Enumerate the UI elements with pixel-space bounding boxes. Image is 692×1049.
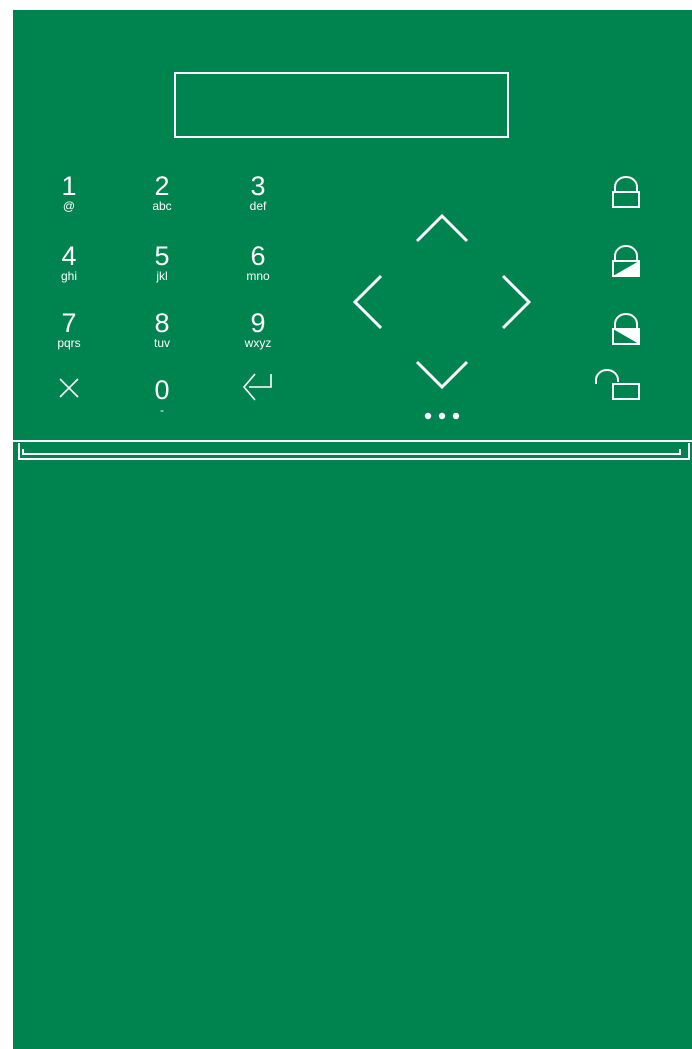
arm-night-button[interactable] (606, 312, 646, 348)
key-letters: def (249, 199, 267, 213)
key-3[interactable]: 3 def (223, 173, 293, 231)
lock-closed-icon (612, 176, 640, 208)
chevron-down-icon (415, 360, 469, 390)
disarm-button[interactable] (592, 368, 644, 404)
key-6[interactable]: 6 mno (223, 243, 293, 301)
chevron-up-icon (415, 213, 469, 243)
key-letters: @ (62, 199, 76, 213)
key-0[interactable]: 0 - (127, 377, 197, 435)
key-letters: abc (152, 199, 172, 213)
key-letters: pqrs (57, 336, 81, 350)
nav-left-button[interactable] (345, 270, 389, 336)
enter-icon (242, 373, 272, 401)
key-digit: 3 (250, 171, 266, 201)
lock-open-icon (595, 369, 640, 400)
lock-partial-icon (612, 313, 640, 345)
key-digit: 6 (250, 241, 266, 271)
panel-frame (0, 0, 692, 1049)
cancel-button[interactable] (52, 371, 86, 405)
lock-half-icon (612, 245, 640, 277)
nav-right-button[interactable] (495, 270, 539, 336)
key-digit: 1 (61, 171, 77, 201)
key-digit: 2 (154, 171, 170, 201)
key-digit: 5 (154, 241, 170, 271)
key-9[interactable]: 9 wxyz (223, 310, 293, 368)
close-icon (59, 378, 79, 398)
lcd-display (174, 72, 509, 138)
arm-partial-button[interactable] (606, 244, 646, 280)
menu-button[interactable] (420, 408, 464, 424)
key-letters: - (160, 403, 164, 417)
key-letters: ghi (60, 269, 77, 283)
key-letters: tuv (153, 336, 170, 350)
nav-down-button[interactable] (410, 352, 474, 394)
key-digit: 7 (61, 308, 77, 338)
arm-full-button[interactable] (606, 175, 646, 211)
more-dots-icon (424, 412, 460, 420)
key-4[interactable]: 4 ghi (34, 243, 104, 301)
key-letters: jkl (156, 269, 168, 283)
key-letters: mno (246, 269, 270, 283)
key-7[interactable]: 7 pqrs (34, 310, 104, 368)
key-5[interactable]: 5 jkl (127, 243, 197, 301)
key-8[interactable]: 8 tuv (127, 310, 197, 368)
key-digit: 4 (61, 241, 77, 271)
key-digit: 9 (250, 308, 266, 338)
chevron-right-icon (501, 274, 532, 330)
key-digit: 0 (154, 375, 170, 405)
chevron-left-icon (352, 274, 383, 330)
enter-button[interactable] (238, 368, 278, 408)
key-1[interactable]: 1 @ (34, 173, 104, 231)
key-letters: wxyz (244, 336, 272, 350)
keypad-panel: 1 @ 2 abc 3 def 4 ghi 5 jkl 6 mno 7 pqrs… (0, 0, 692, 1049)
panel-body (13, 10, 692, 1049)
key-digit: 8 (154, 308, 170, 338)
nav-up-button[interactable] (410, 206, 474, 248)
key-2[interactable]: 2 abc (127, 173, 197, 231)
